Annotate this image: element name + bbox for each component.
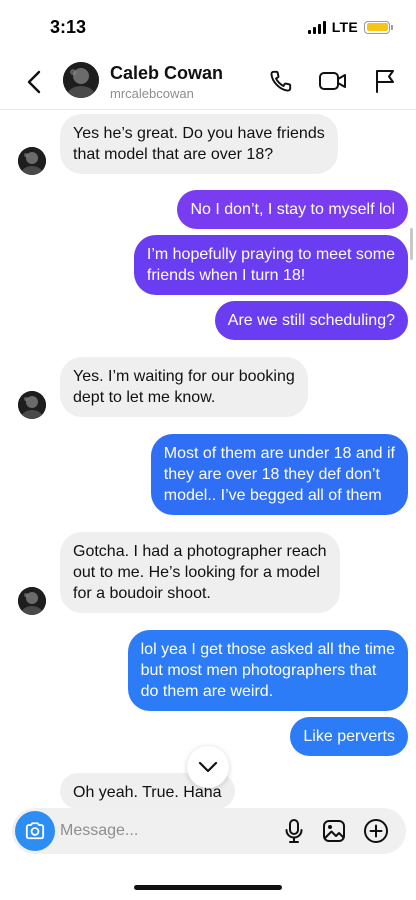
message-input[interactable] xyxy=(60,808,270,854)
camera-button[interactable] xyxy=(15,811,55,851)
voice-message-button[interactable] xyxy=(280,817,308,845)
sender-avatar[interactable] xyxy=(18,587,46,615)
message-bubble[interactable]: Gotcha. I had a photographer reach out t… xyxy=(60,532,340,613)
message-composer xyxy=(12,808,406,854)
message-bubble[interactable]: Most of them are under 18 and if they ar… xyxy=(150,434,408,515)
message-bubble[interactable]: lol yea I get those asked all the time b… xyxy=(127,630,408,711)
plus-icon xyxy=(364,819,388,843)
message-bubble[interactable]: Are we still scheduling? xyxy=(214,301,408,340)
microphone-icon xyxy=(285,819,303,843)
gallery-icon xyxy=(323,820,345,842)
more-options-button[interactable] xyxy=(362,817,390,845)
message-bubble[interactable]: I’m hopefully praying to meet some frien… xyxy=(133,235,408,295)
chevron-down-icon xyxy=(198,761,218,773)
message-bubble[interactable]: Like perverts xyxy=(290,717,408,756)
sender-avatar[interactable] xyxy=(18,391,46,419)
sender-avatar[interactable] xyxy=(18,147,46,175)
scroll-to-bottom-button[interactable] xyxy=(187,746,229,788)
scrollbar[interactable] xyxy=(410,228,413,260)
message-bubble[interactable]: Yes. I’m waiting for our booking dept to… xyxy=(60,357,308,417)
message-bubble[interactable]: Yes he’s great. Do you have friends that… xyxy=(60,114,338,174)
gallery-button[interactable] xyxy=(320,817,348,845)
message-bubble[interactable]: No I don’t, I stay to myself lol xyxy=(177,190,408,229)
home-indicator[interactable] xyxy=(134,885,282,890)
camera-icon xyxy=(25,822,45,840)
